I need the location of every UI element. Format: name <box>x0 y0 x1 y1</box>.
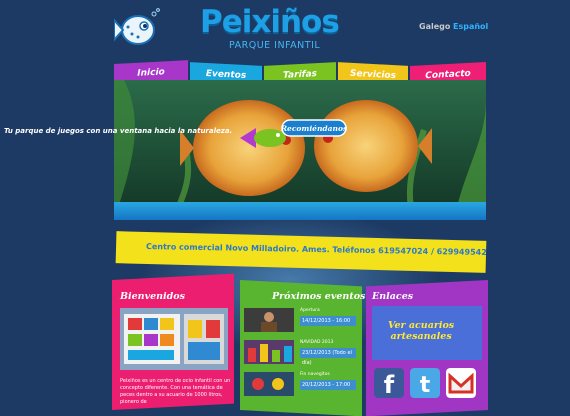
twitter-icon[interactable]: t <box>410 368 440 398</box>
gmail-icon[interactable] <box>446 368 476 398</box>
logo-fish-icon[interactable] <box>114 8 160 48</box>
acuarios-line2: artesanales <box>390 331 452 342</box>
logo-title[interactable]: Peixiños <box>200 4 340 40</box>
svg-text:t: t <box>420 373 431 398</box>
acuarios-line1: Ver acuarios <box>388 320 455 331</box>
playroom-photo <box>120 308 228 370</box>
banner-caption-strip <box>114 202 486 220</box>
acuarios-link-text[interactable]: Ver acuarios artesanales <box>388 320 454 342</box>
svg-text:f: f <box>384 371 395 398</box>
banner-caption: Tu parque de juegos con una ventana haci… <box>4 127 233 135</box>
recommend-badge[interactable]: Recomiéndanos <box>238 116 348 154</box>
event-thumbnail <box>244 340 294 364</box>
event-label: Fin navegitos <box>300 372 330 377</box>
language-espanol-link[interactable]: Español <box>453 22 488 31</box>
bienvenidos-title: Bienvenidos <box>120 291 185 302</box>
recommend-badge-text: Recomiéndanos <box>280 124 348 133</box>
logo-subtitle: PARQUE INFANTIL <box>229 40 321 51</box>
event-date: 20/12/2013 - 17:00 <box>300 380 356 390</box>
eventos-title: Próximos eventos <box>272 291 366 302</box>
event-label: NAVIDAD 2013 <box>300 340 334 345</box>
event-thumbnail <box>244 372 294 396</box>
event-item[interactable]: Apertura 14/12/2013 - 16:00 <box>244 308 358 332</box>
event-item[interactable]: Fin navegitos 20/12/2013 - 17:00 <box>244 372 358 396</box>
bienvenidos-text: Peixiños es un centro de ocio infantil c… <box>120 378 231 405</box>
enlaces-title: Enlaces <box>372 291 414 302</box>
event-thumbnail <box>244 308 294 332</box>
language-galego-link[interactable]: Galego <box>419 22 450 31</box>
event-date: 23/12/2013 (Todo el día) <box>300 348 356 366</box>
event-item[interactable]: NAVIDAD 2013 23/12/2013 (Todo el día) <box>244 340 358 366</box>
event-label: Apertura <box>300 308 320 313</box>
event-date: 14/12/2013 - 16:00 <box>300 316 356 326</box>
facebook-icon[interactable]: f <box>374 368 404 398</box>
